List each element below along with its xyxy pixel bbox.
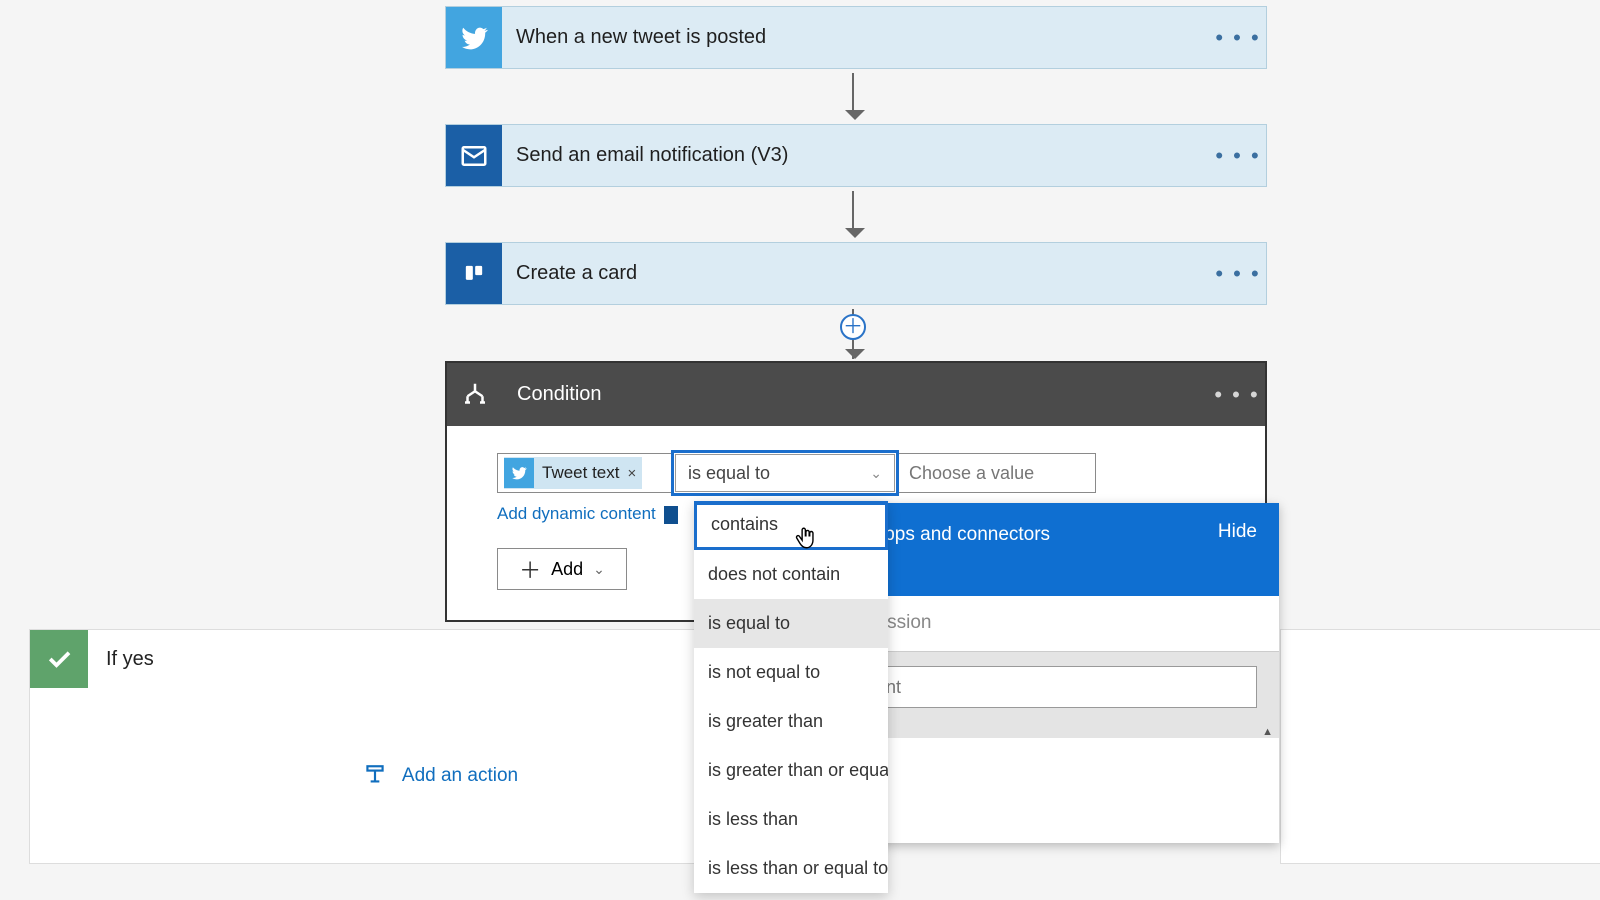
add-label: Add xyxy=(551,559,583,580)
connector-arrow xyxy=(852,191,854,231)
plus-icon: ＋ xyxy=(519,553,541,585)
hide-button[interactable]: Hide xyxy=(1218,521,1257,543)
add-row-button[interactable]: ＋ Add ⌄ xyxy=(497,548,627,590)
step-title: When a new tweet is posted xyxy=(502,26,1210,49)
chevron-down-icon: ⌄ xyxy=(870,465,882,482)
trello-icon xyxy=(446,243,502,304)
check-icon xyxy=(30,630,88,688)
operator-option-does-not-contain[interactable]: does not contain xyxy=(694,550,888,599)
add-dynamic-content-link[interactable]: Add dynamic content xyxy=(497,504,656,524)
branch-label: If yes xyxy=(88,648,154,671)
add-action-button[interactable]: Add an action xyxy=(362,763,518,789)
step-title: Create a card xyxy=(502,262,1210,285)
add-step-button[interactable]: ＋ xyxy=(840,314,866,340)
condition-icon xyxy=(447,363,503,426)
more-icon[interactable]: • • • xyxy=(1210,25,1266,51)
condition-value-input[interactable]: Choose a value xyxy=(898,453,1096,493)
more-icon[interactable]: • • • xyxy=(1210,143,1266,169)
twitter-icon xyxy=(446,7,502,68)
operator-dropdown[interactable]: is equal to ⌄ xyxy=(671,450,899,496)
step-trello-card[interactable]: Create a card • • • xyxy=(445,242,1267,305)
more-icon[interactable]: • • • xyxy=(1209,382,1265,408)
branch-if-no: an action xyxy=(1280,629,1600,864)
step-email[interactable]: Send an email notification (V3) • • • xyxy=(445,124,1267,187)
step-title: Send an email notification (V3) xyxy=(502,144,1210,167)
add-action-icon xyxy=(362,763,388,789)
operator-dropdown-list: contains does not contain is equal to is… xyxy=(694,501,888,893)
more-icon[interactable]: • • • xyxy=(1210,261,1266,287)
operator-selected: is equal to xyxy=(688,463,770,484)
operator-option-is-greater-than[interactable]: is greater than xyxy=(694,697,888,746)
add-action-label: Add an action xyxy=(402,765,518,787)
value-placeholder: Choose a value xyxy=(909,463,1034,484)
dynamic-content-caret-icon xyxy=(664,506,678,524)
remove-token-button[interactable]: × xyxy=(627,465,636,482)
twitter-icon xyxy=(504,458,534,488)
condition-left-operand[interactable]: Tweet text × xyxy=(497,453,672,493)
operator-option-is-gte[interactable]: is greater than or equal to xyxy=(694,746,888,795)
mail-icon xyxy=(446,125,502,186)
chevron-down-icon: ⌄ xyxy=(593,561,605,578)
connector-arrow xyxy=(852,73,854,113)
step-twitter-trigger[interactable]: When a new tweet is posted • • • xyxy=(445,6,1267,69)
operator-option-is-lte[interactable]: is less than or equal to xyxy=(694,844,888,893)
operator-option-is-less-than[interactable]: is less than xyxy=(694,795,888,844)
operator-option-is-not-equal-to[interactable]: is not equal to xyxy=(694,648,888,697)
tweet-text-token[interactable]: Tweet text × xyxy=(504,457,642,489)
operator-option-is-equal-to[interactable]: is equal to xyxy=(694,599,888,648)
condition-header[interactable]: Condition • • • xyxy=(447,363,1265,426)
condition-title: Condition xyxy=(503,383,1209,406)
operator-option-contains[interactable]: contains xyxy=(694,501,888,550)
token-label: Tweet text xyxy=(542,463,619,483)
